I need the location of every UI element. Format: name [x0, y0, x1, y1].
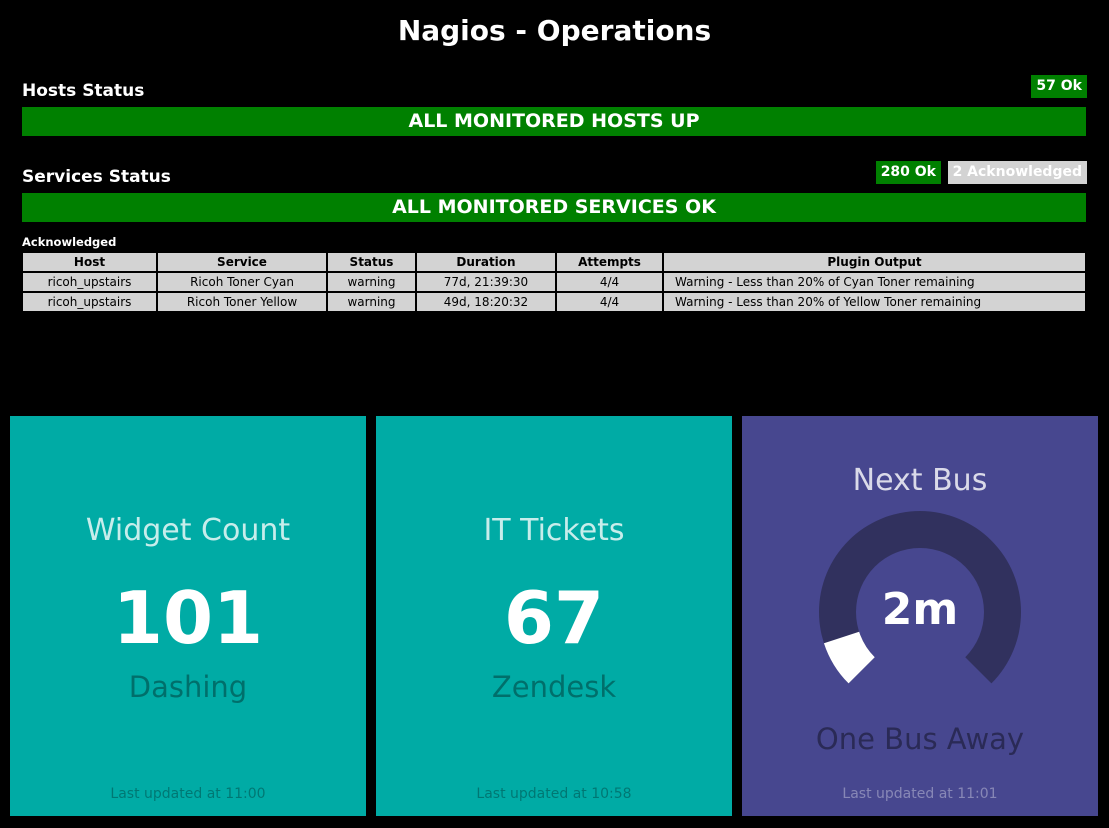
hosts-status-label: Hosts Status [22, 81, 145, 101]
services-status-label: Services Status [22, 167, 171, 187]
widget-moreinfo: Zendesk [491, 670, 617, 704]
column-header-attempts: Attempts [557, 253, 662, 271]
cell-status: warning [328, 293, 415, 311]
widget-tile-widget-count: Widget Count 101 Dashing Last updated at… [10, 416, 366, 816]
table-row: ricoh_upstairs Ricoh Toner Cyan warning … [23, 273, 1085, 291]
widget-updated-at: Last updated at 11:01 [842, 786, 998, 802]
bus-meter-gauge [819, 511, 1021, 684]
services-status-banner: ALL MONITORED SERVICES OK [22, 193, 1086, 222]
cell-status: warning [328, 273, 415, 291]
cell-duration: 49d, 18:20:32 [417, 293, 555, 311]
widget-updated-at: Last updated at 11:00 [110, 786, 266, 802]
widget-title: Widget Count [85, 513, 291, 548]
cell-service: Ricoh Toner Cyan [158, 273, 326, 291]
cell-plugin-output: Warning - Less than 20% of Yellow Toner … [664, 293, 1085, 311]
column-header-host: Host [23, 253, 156, 271]
cell-duration: 77d, 21:39:30 [417, 273, 555, 291]
cell-host: ricoh_upstairs [23, 293, 156, 311]
acknowledged-table: Host Service Status Duration Attempts Pl… [21, 251, 1087, 313]
column-header-service: Service [158, 253, 326, 271]
cell-host: ricoh_upstairs [23, 273, 156, 291]
services-ack-badge: 2 Acknowledged [947, 161, 1087, 184]
table-row: ricoh_upstairs Ricoh Toner Yellow warnin… [23, 293, 1085, 311]
column-header-plugin-output: Plugin Output [664, 253, 1085, 271]
widget-tile-next-bus: Next Bus 2m One Bus Away Last updated at… [742, 416, 1098, 816]
column-header-status: Status [328, 253, 415, 271]
widget-value: 67 [503, 576, 605, 660]
widget-tile-it-tickets: IT Tickets 67 Zendesk Last updated at 10… [376, 416, 732, 816]
page-title: Nagios - Operations [397, 14, 712, 47]
acknowledged-label: Acknowledged [22, 235, 117, 249]
cell-attempts: 4/4 [557, 293, 662, 311]
services-ok-badge: 280 Ok [875, 161, 941, 184]
cell-plugin-output: Warning - Less than 20% of Cyan Toner re… [664, 273, 1085, 291]
widget-value: 101 [112, 576, 264, 660]
widget-moreinfo: Dashing [128, 670, 248, 704]
table-header-row: Host Service Status Duration Attempts Pl… [23, 253, 1085, 271]
widget-updated-at: Last updated at 10:58 [476, 786, 632, 802]
hosts-status-banner: ALL MONITORED HOSTS UP [22, 107, 1086, 136]
widget-title: IT Tickets [483, 513, 625, 548]
column-header-duration: Duration [417, 253, 555, 271]
widget-value: 2m [881, 584, 959, 635]
cell-attempts: 4/4 [557, 273, 662, 291]
hosts-ok-badge: 57 Ok [1031, 75, 1087, 98]
cell-service: Ricoh Toner Yellow [158, 293, 326, 311]
widget-moreinfo: One Bus Away [815, 722, 1025, 756]
